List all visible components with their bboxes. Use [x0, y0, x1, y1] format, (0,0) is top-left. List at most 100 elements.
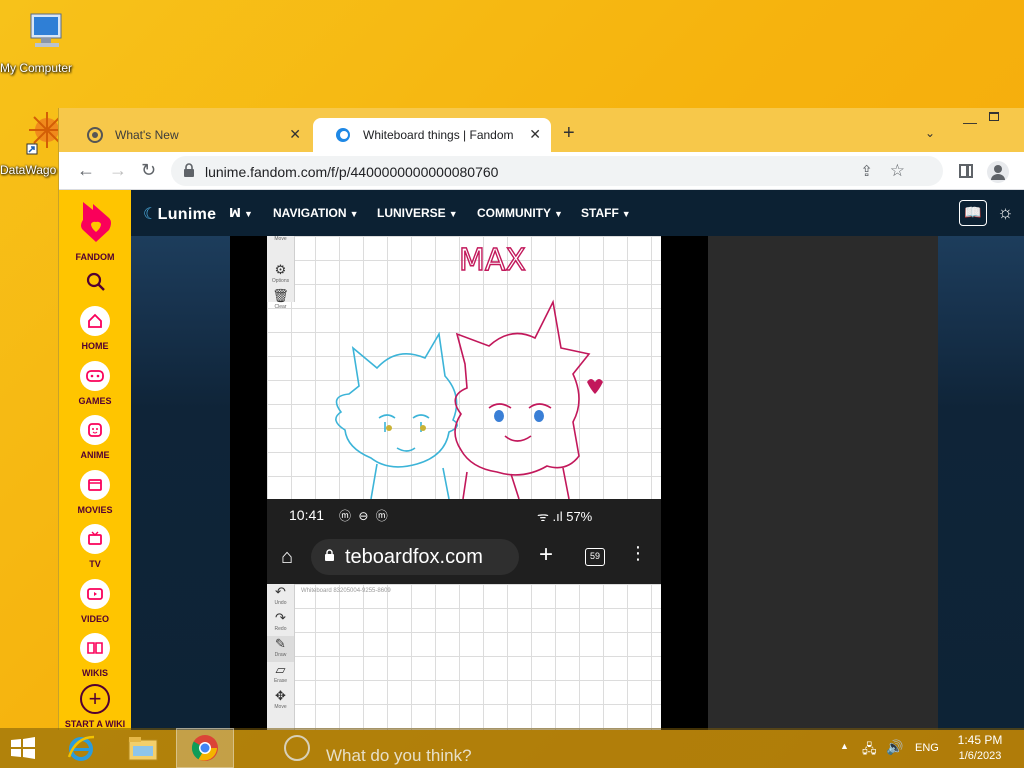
tab-whiteboard-things[interactable]: Whiteboard things | Fandom ✕: [313, 118, 551, 152]
nav-community[interactable]: COMMUNITY ▼: [477, 206, 563, 220]
close-tab-icon[interactable]: ✕: [289, 126, 301, 143]
rail-item-anime[interactable]: ANIME: [59, 415, 131, 460]
clock-date[interactable]: 1/6/2023: [944, 750, 1016, 762]
share-icon[interactable]: ⇪: [860, 162, 873, 180]
eraser-icon: ▱: [275, 662, 286, 677]
tool-label: Draw: [274, 652, 287, 658]
profile-avatar[interactable]: [987, 161, 1009, 183]
windows-start-icon[interactable]: [10, 737, 36, 759]
caret-down-icon: ▼: [349, 209, 359, 219]
undo-icon: ↶: [275, 584, 286, 599]
phone-new-tab-icon: +: [539, 541, 554, 568]
address-bar[interactable]: lunime.fandom.com/f/p/440000000000008076…: [171, 156, 943, 186]
tool-erase[interactable]: ▱ Erase: [267, 662, 294, 688]
user-avatar-icon: [284, 735, 310, 761]
redo-icon: ↷: [275, 610, 286, 625]
tool-label: Redo: [274, 626, 287, 632]
whiteboard-id: Whiteboard 83205004-9255-8609: [301, 588, 391, 594]
tool-options[interactable]: ⚙ Options: [267, 262, 294, 288]
taskbar-file-explorer[interactable]: [114, 728, 172, 768]
new-tab-button[interactable]: +: [563, 122, 575, 145]
rail-item-movies[interactable]: MOVIES: [59, 470, 131, 515]
person-icon: [991, 165, 1005, 180]
close-tab-icon[interactable]: ✕: [529, 126, 541, 143]
tool-label: Undo: [274, 600, 287, 606]
phone-more-icon: ⋮: [629, 543, 647, 563]
nav-label: COMMUNITY: [477, 206, 551, 220]
tool-draw[interactable]: ✎ Draw: [267, 636, 294, 662]
whiteboard-toolbar-top: Move ⚙ Options 🗑 Clear: [267, 236, 295, 310]
film-icon: [88, 479, 102, 491]
taskbar-chrome[interactable]: [176, 728, 234, 768]
drawing-text: MAX: [459, 243, 526, 278]
rail-item-video[interactable]: VIDEO: [59, 579, 131, 624]
browser-toolbar: ← → ↻ lunime.fandom.com/f/p/440000000000…: [59, 152, 1024, 190]
nav-label: LUNIVERSE: [377, 206, 446, 220]
rail-item-games[interactable]: GAMES: [59, 361, 131, 406]
fandom-brand-label: FANDOM: [75, 252, 115, 262]
phone-url-text: teboardfox.com: [345, 546, 483, 568]
url-text: lunime.fandom.com/f/p/440000000000008076…: [205, 164, 499, 180]
post-image[interactable]: MAX Move ⚙ Options 🗑 Clear 10:41 ⓜ ⊖ ⓜ ᯤ…: [267, 236, 661, 730]
rail-item-label: ANIME: [80, 450, 110, 460]
move-icon: ✥: [275, 688, 286, 703]
nav-navigation[interactable]: NAVIGATION ▼: [273, 206, 358, 220]
network-icon[interactable]: 🖧: [862, 740, 877, 762]
rail-item-label: WIKIS: [82, 668, 108, 678]
nav-label: NAVIGATION: [273, 206, 347, 220]
forward-button[interactable]: →: [109, 160, 127, 181]
tool-move-bottom[interactable]: ✥ Move: [267, 688, 294, 714]
bookmark-star-icon[interactable]: ☆: [890, 161, 905, 181]
nav-luniverse[interactable]: LUNIVERSE ▼: [377, 206, 458, 220]
clock-time[interactable]: 1:45 PM: [944, 733, 1016, 747]
home-icon: [88, 313, 102, 328]
tool-move-top[interactable]: Move: [267, 236, 294, 262]
rail-item-label: GAMES: [78, 396, 112, 406]
wiki-logo[interactable]: ☾Lunime: [143, 204, 216, 224]
rail-item-label: HOME: [81, 341, 109, 351]
lock-icon: [325, 549, 334, 561]
rail-item-wikis[interactable]: WIKIS: [59, 633, 131, 678]
tool-redo[interactable]: ↷ Redo: [267, 610, 294, 636]
side-panel-icon[interactable]: [959, 164, 973, 178]
chrome-icon: [191, 735, 218, 761]
tab-whats-new[interactable]: What's New ✕: [65, 118, 311, 152]
rail-item-tv[interactable]: TV: [59, 524, 131, 569]
battery-level: 57%: [566, 509, 593, 524]
tool-clear[interactable]: 🗑 Clear: [267, 288, 294, 314]
volume-icon[interactable]: 🔊: [886, 739, 903, 756]
comment-input[interactable]: What do you think?: [270, 728, 870, 768]
maximize-button[interactable]: [989, 112, 999, 121]
search-icon[interactable]: [86, 272, 106, 292]
desktop-icon-my-computer[interactable]: My Computer: [0, 10, 80, 75]
anime-face-icon: [88, 423, 102, 437]
nav-staff[interactable]: STAFF ▼: [581, 206, 631, 220]
rail-item-home[interactable]: HOME: [59, 306, 131, 351]
back-button[interactable]: ←: [77, 160, 95, 181]
phone-home-icon: ⌂: [281, 546, 294, 568]
reload-button[interactable]: ↻: [141, 160, 156, 181]
tray-expand-icon[interactable]: ▲: [840, 741, 849, 751]
caret-down-icon: ▼: [621, 209, 631, 219]
post-side-panel: [708, 236, 938, 730]
character-drawing: MAX: [335, 242, 603, 499]
caret-down-icon: ▼: [554, 209, 563, 219]
play-icon: [87, 588, 103, 600]
phone-url-bar: teboardfox.com: [311, 539, 519, 575]
taskbar-internet-explorer[interactable]: [52, 728, 110, 768]
fandom-logo-icon[interactable]: [79, 200, 113, 242]
phone-notification-icons: ⓜ ⊖ ⓜ: [339, 509, 390, 523]
rail-item-start-a-wiki[interactable]: + START A WIKI: [59, 684, 131, 729]
taskbar: What do you think? ▲ 🖧 🔊 ENG 1:45 PM 1/6…: [0, 728, 1024, 768]
reading-mode-button[interactable]: 📖: [959, 200, 987, 226]
tab-search-button[interactable]: ⌄: [925, 126, 935, 140]
tool-undo[interactable]: ↶ Undo: [267, 584, 294, 610]
language-indicator[interactable]: ENG: [915, 742, 939, 754]
desktop-icon-label: My Computer: [0, 61, 73, 75]
open-book-icon: 📖: [964, 204, 982, 220]
minimize-button[interactable]: —: [963, 114, 977, 130]
nav-wiki-home[interactable]: ꟽ ▼: [229, 206, 253, 220]
tool-label: Erase: [273, 678, 288, 684]
gear-icon: ⚙: [274, 262, 287, 277]
theme-toggle-button[interactable]: ☼: [997, 202, 1014, 223]
